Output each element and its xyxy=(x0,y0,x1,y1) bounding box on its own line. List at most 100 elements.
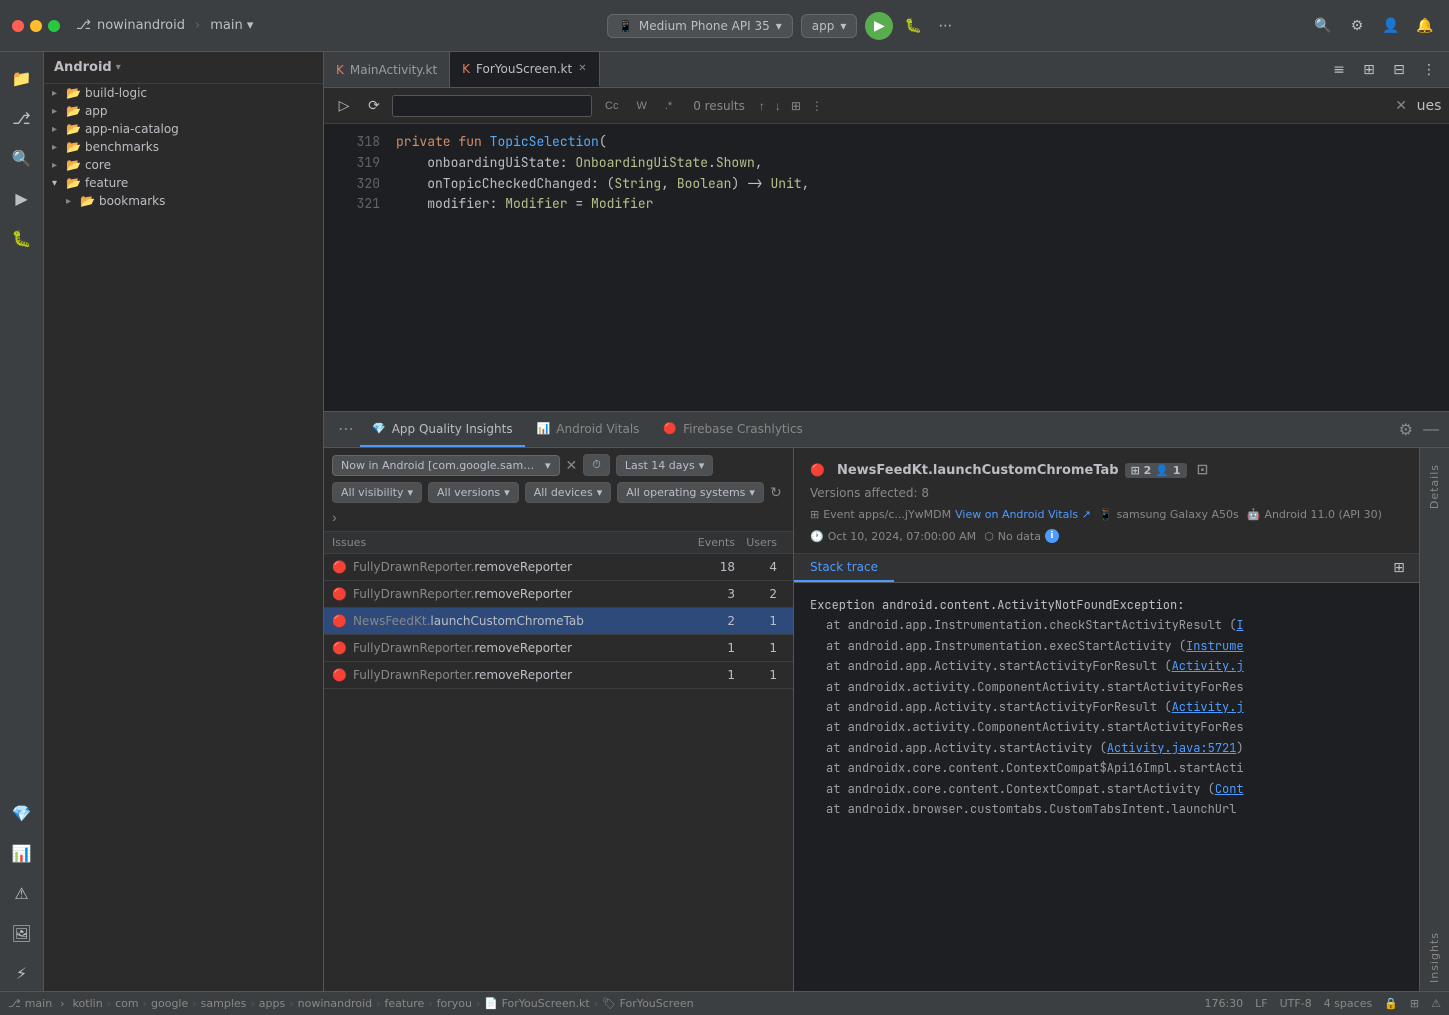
insights-label[interactable]: Insights xyxy=(1428,924,1441,991)
search-prev-btn[interactable]: ↑ xyxy=(755,97,769,115)
tree-item-benchmarks[interactable]: 📂 benchmarks xyxy=(44,138,323,156)
stack-line-0: at android.app.Instrumentation.checkStar… xyxy=(810,615,1403,635)
tree-item-bookmarks[interactable]: 📂 bookmarks xyxy=(44,192,323,210)
close-button[interactable] xyxy=(12,20,24,32)
run-button[interactable]: ▶ xyxy=(865,12,893,40)
issue-name: FullyDrawnReporter.removeReporter xyxy=(353,668,675,682)
tab-app-quality-insights[interactable]: 💎 App Quality Insights xyxy=(360,412,525,447)
view-android-vitals-link[interactable]: View on Android Vitals ↗ xyxy=(955,508,1091,521)
detail-expand-btn[interactable]: ⊡ xyxy=(1191,458,1215,482)
notifications-icon[interactable]: 🔔 xyxy=(1413,14,1437,38)
search-input[interactable] xyxy=(392,95,592,117)
search-more-btn[interactable]: ⋮ xyxy=(807,97,827,115)
editor-more-icon[interactable]: ⋮ xyxy=(1417,58,1441,82)
tab-mainactivity[interactable]: K MainActivity.kt xyxy=(324,52,450,87)
editor-split-icon[interactable]: ⊞ xyxy=(1357,58,1381,82)
sidebar-icon-debug[interactable]: 🐛 xyxy=(4,220,40,256)
editor-tabs-right: ≡ ⊞ ⊟ ⋮ xyxy=(1319,52,1449,87)
whole-word-btn[interactable]: W xyxy=(629,97,653,115)
cursor-position: 176:30 xyxy=(1204,997,1243,1010)
indent: 4 spaces xyxy=(1324,997,1373,1010)
details-label[interactable]: Details xyxy=(1428,456,1441,517)
sidebar-icon-project[interactable]: 📁 xyxy=(4,60,40,96)
stack-link-2[interactable]: Activity.j xyxy=(1172,658,1244,674)
branch-selector[interactable]: main xyxy=(210,18,253,33)
sidebar-icon-image[interactable]: 🖼 xyxy=(4,915,40,951)
regex-btn[interactable]: .* xyxy=(658,97,679,115)
search-filter-btn[interactable]: ⊞ xyxy=(787,97,805,115)
expand-right-btn[interactable]: › xyxy=(332,509,337,525)
panel-settings-btn[interactable]: ⚙ xyxy=(1397,418,1415,442)
issue-row-0[interactable]: 🔴 FullyDrawnReporter.removeReporter 18 4 xyxy=(324,554,793,581)
versions-filter[interactable]: All versions xyxy=(428,482,519,503)
status-branch[interactable]: ⎇ main xyxy=(8,997,52,1010)
stack-link-6[interactable]: Activity.java:5721 xyxy=(1107,740,1237,756)
sidebar-icon-warning[interactable]: ⚠ xyxy=(4,875,40,911)
search-everywhere-icon[interactable]: 🔍 xyxy=(1311,14,1335,38)
sidebar-icon-run[interactable]: ▶ xyxy=(4,180,40,216)
chevron-app-nia-catalog xyxy=(52,124,66,135)
stack-link-4[interactable]: Activity.j xyxy=(1172,699,1244,715)
refresh-btn[interactable]: ↻ xyxy=(770,484,782,501)
issue-row-1[interactable]: 🔴 FullyDrawnReporter.removeReporter 3 2 xyxy=(324,581,793,608)
tree-item-feature[interactable]: ▾ 📂 feature xyxy=(44,174,323,192)
sidebar-icon-settings2[interactable]: ⚡ xyxy=(4,955,40,991)
stack-trace[interactable]: Exception android.content.ActivityNotFou… xyxy=(794,583,1419,991)
search-close-button[interactable]: ✕ xyxy=(1395,97,1407,114)
tab-foryouscreen[interactable]: K ForYouScreen.kt ✕ xyxy=(450,52,599,87)
minimize-button[interactable] xyxy=(30,20,42,32)
sidebar-icon-search[interactable]: 🔍 xyxy=(4,140,40,176)
debug-button[interactable]: 🐛 xyxy=(901,14,925,38)
visibility-filter[interactable]: All visibility xyxy=(332,482,422,503)
issue-row-4[interactable]: 🔴 FullyDrawnReporter.removeReporter 1 1 xyxy=(324,662,793,689)
tab-firebase-crashlytics[interactable]: 🔴 Firebase Crashlytics xyxy=(651,412,814,447)
date-filter[interactable]: Last 14 days xyxy=(616,455,713,476)
tree-item-build-logic[interactable]: 📂 build-logic xyxy=(44,84,323,102)
device-selector[interactable]: 📱 Medium Phone API 35 xyxy=(607,14,793,38)
panel-minimize-btn[interactable]: — xyxy=(1421,419,1441,441)
fullscreen-button[interactable] xyxy=(48,20,60,32)
tab-close-button[interactable]: ✕ xyxy=(578,63,586,74)
issue-row-2[interactable]: 🔴 NewsFeedKt.launchCustomChromeTab 2 1 xyxy=(324,608,793,635)
editor-menu-icon[interactable]: ≡ xyxy=(1327,58,1351,82)
panel-tab-more[interactable]: ⋯ xyxy=(332,412,360,447)
search-next-btn[interactable]: ↓ xyxy=(771,97,785,115)
tree-item-app-nia-catalog[interactable]: 📂 app-nia-catalog xyxy=(44,120,323,138)
issue-row-3[interactable]: 🔴 FullyDrawnReporter.removeReporter 1 1 xyxy=(324,635,793,662)
clear-filter-btn[interactable]: ✕ xyxy=(566,457,578,474)
live-filter-icon[interactable]: ⏱ xyxy=(583,454,610,476)
sidebar-icon-vcs[interactable]: ⎇ xyxy=(4,100,40,136)
tree-items: 📂 build-logic 📂 app 📂 app-nia-catalog 📂 … xyxy=(44,84,323,991)
os-chevron xyxy=(749,486,755,499)
info-icon[interactable]: i xyxy=(1045,529,1059,543)
case-sensitive-btn[interactable]: Cc xyxy=(598,97,625,115)
editor-split-vert-icon[interactable]: ⊟ xyxy=(1387,58,1411,82)
search-right-panel-icon[interactable]: ues xyxy=(1417,94,1441,118)
stack-link-8[interactable]: Cont xyxy=(1215,781,1244,797)
file-tree-header[interactable]: Android xyxy=(44,52,323,84)
stack-link-1[interactable]: Instrume xyxy=(1186,638,1244,654)
tab-android-vitals[interactable]: 📊 Android Vitals xyxy=(525,412,652,447)
stack-link-0[interactable]: I xyxy=(1236,617,1243,633)
devices-filter[interactable]: All devices xyxy=(525,482,612,503)
search-icon[interactable]: ⟳ xyxy=(362,94,386,118)
app-selector-dropdown[interactable]: Now in Android [com.google.samples.apps.… xyxy=(332,455,560,476)
app-selector-chevron xyxy=(545,459,551,472)
folder-icon: 📂 xyxy=(66,158,81,172)
detail-filter-icon[interactable]: ⊞ xyxy=(1387,556,1411,580)
tree-item-app[interactable]: 📂 app xyxy=(44,102,323,120)
traffic-lights[interactable] xyxy=(12,20,60,32)
settings-icon[interactable]: ⚙ xyxy=(1345,14,1369,38)
sidebar-icon-gem[interactable]: 💎 xyxy=(4,795,40,831)
code-editor[interactable]: 318 private fun TopicSelection( 319 onbo… xyxy=(324,124,1449,411)
sidebar-icon-chart[interactable]: 📊 xyxy=(4,835,40,871)
app-selector[interactable]: app xyxy=(801,14,858,38)
search-expand-icon[interactable]: ▷ xyxy=(332,94,356,118)
more-button[interactable]: ⋯ xyxy=(933,14,957,38)
issues-header: Issues Events Users xyxy=(324,532,793,554)
os-filter[interactable]: All operating systems xyxy=(617,482,764,503)
profile-icon[interactable]: 👤 xyxy=(1379,14,1403,38)
tab-stack-trace[interactable]: Stack trace xyxy=(794,554,894,582)
tree-item-core[interactable]: 📂 core xyxy=(44,156,323,174)
project-name[interactable]: ⎇ nowinandroid › main xyxy=(76,18,253,33)
